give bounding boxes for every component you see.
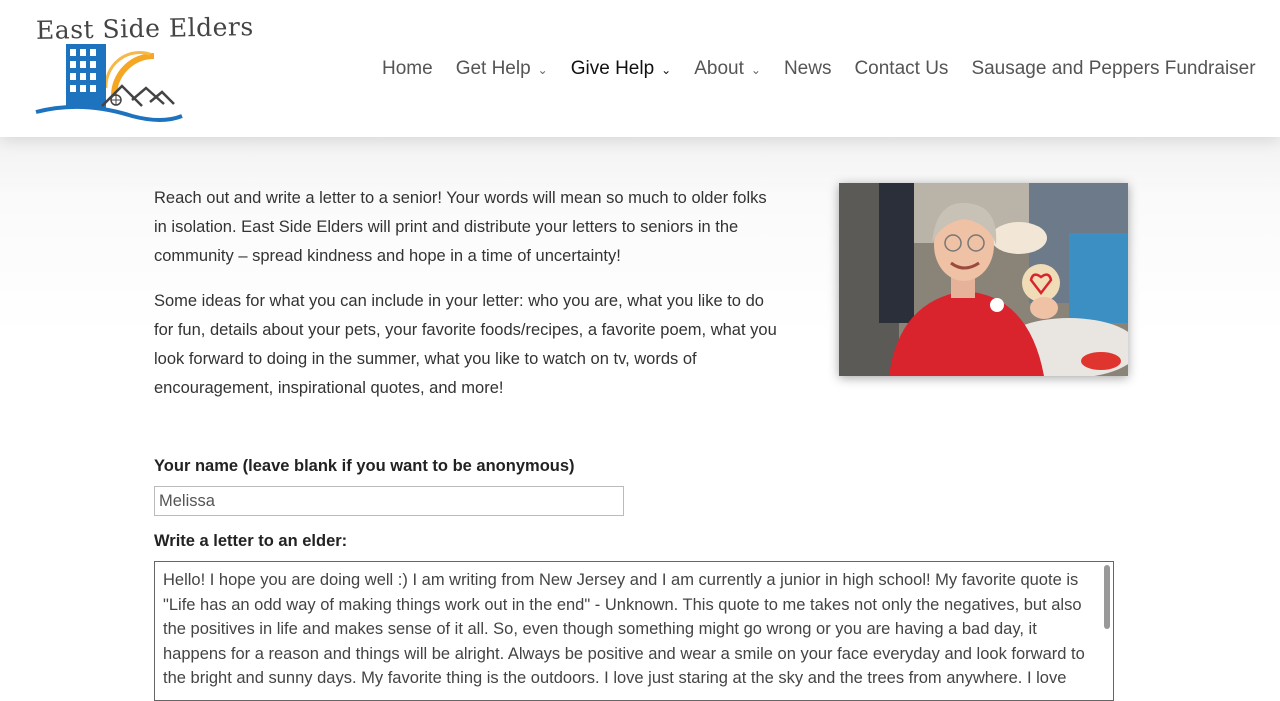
nav-give-help[interactable]: Give Help ⌄ [571, 58, 671, 80]
nav-contact-us[interactable]: Contact Us [854, 58, 948, 80]
site-logo[interactable]: East Side Elders [22, 8, 254, 130]
letter-textarea[interactable]: Hello! I hope you are doing well :) I am… [154, 561, 1114, 701]
logo-text: East Side Elders [35, 12, 254, 45]
nav-fundraiser[interactable]: Sausage and Peppers Fundraiser [971, 58, 1255, 80]
nav-home-label: Home [382, 58, 433, 79]
nav-about[interactable]: About ⌄ [694, 58, 761, 80]
nav-about-label: About [694, 58, 744, 79]
nav-news-label: News [783, 58, 832, 79]
intro-text: Reach out and write a letter to a senior… [154, 184, 784, 419]
chevron-down-icon: ⌄ [750, 63, 761, 77]
intro-paragraph-1: Reach out and write a letter to a senior… [154, 189, 767, 265]
name-field-label: Your name (leave blank if you want to be… [154, 457, 575, 475]
site-header: East Side Elders Home Get Help ⌄ Give He… [0, 0, 1280, 137]
letter-field-label: Write a letter to an elder: [154, 532, 348, 550]
letter-scrollbar[interactable] [1104, 565, 1110, 629]
senior-photo [839, 183, 1128, 376]
intro-paragraph-2: Some ideas for what you can include in y… [154, 292, 777, 397]
nav-get-help[interactable]: Get Help ⌄ [456, 58, 548, 80]
nav-home[interactable]: Home [382, 58, 433, 80]
chevron-down-icon: ⌄ [661, 63, 672, 77]
nav-give-help-label: Give Help [570, 58, 655, 79]
nav-news[interactable]: News [784, 58, 832, 80]
nav-get-help-label: Get Help [455, 58, 531, 79]
photo-illustration [839, 183, 1128, 376]
name-field[interactable] [154, 486, 624, 516]
main-nav: Home Get Help ⌄ Give Help ⌄ About ⌄ News… [382, 56, 1256, 82]
chevron-down-icon: ⌄ [537, 63, 548, 77]
nav-fundraiser-label: Sausage and Peppers Fundraiser [971, 58, 1256, 79]
nav-contact-us-label: Contact Us [854, 58, 949, 79]
letter-text: Hello! I hope you are doing well :) I am… [163, 571, 1085, 687]
